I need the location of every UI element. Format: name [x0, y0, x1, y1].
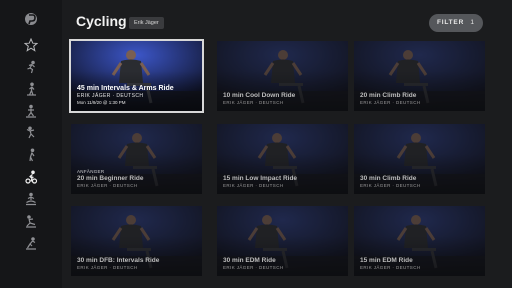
- instructor-filter-chip[interactable]: Erik Jäger: [129, 17, 164, 29]
- star-icon[interactable]: [22, 36, 40, 54]
- class-title: 10 min Cool Down Ride: [223, 92, 296, 99]
- class-instructor: ERIK JÄGER · DEUTSCH: [77, 265, 138, 270]
- class-card[interactable]: ANFÄNGER 20 min Beginner Ride ERIK JÄGER ·…: [71, 124, 202, 194]
- difficulty-badge: ANFÄNGER: [77, 169, 105, 174]
- filter-label: FILTER: [437, 19, 465, 26]
- class-instructor: ERIK JÄGER · DEUTSCH: [77, 183, 138, 188]
- card-text: ANFÄNGER 20 min Beginner Ride ERIK JÄGER ·…: [77, 169, 198, 188]
- page-title: Cycling: [76, 13, 127, 29]
- class-title: 20 min Climb Ride: [360, 92, 417, 99]
- cardio-icon[interactable]: [22, 234, 40, 252]
- strength-icon[interactable]: [22, 146, 40, 164]
- bootcamp-icon[interactable]: [22, 102, 40, 120]
- class-card[interactable]: 15 min EDM Ride ERIK JÄGER · DEUTSCH: [354, 206, 485, 276]
- class-instructor: ERIK JÄGER · DEUTSCH: [77, 93, 144, 99]
- yoga-icon[interactable]: [22, 124, 40, 142]
- card-text: 30 min Climb Ride ERIK JÄGER · DEUTSCH: [360, 175, 481, 188]
- meditation-icon[interactable]: [22, 190, 40, 208]
- class-card[interactable]: 30 min Climb Ride ERIK JÄGER · DEUTSCH: [354, 124, 485, 194]
- sidebar-nav: [0, 0, 62, 288]
- class-instructor: ERIK JÄGER · DEUTSCH: [223, 183, 284, 188]
- class-date: Mon 11/9/20 @ 1:30 PM: [77, 100, 126, 105]
- class-card[interactable]: 30 min DFB: Intervals Ride ERIK JÄGER · D…: [71, 206, 202, 276]
- walking-icon[interactable]: [22, 80, 40, 98]
- class-card[interactable]: 20 min Climb Ride ERIK JÄGER · DEUTSCH: [354, 41, 485, 111]
- card-text: 15 min Low Impact Ride ERIK JÄGER · DEUTS…: [223, 175, 344, 188]
- filter-count: 1: [470, 19, 474, 26]
- card-text: 10 min Cool Down Ride ERIK JÄGER · DEUTSC…: [223, 92, 344, 105]
- class-title: 45 min Intervals & Arms Ride: [77, 85, 174, 92]
- class-title: 15 min EDM Ride: [360, 257, 413, 264]
- peloton-logo-icon[interactable]: [22, 10, 40, 28]
- class-instructor: ERIK JÄGER · DEUTSCH: [360, 183, 421, 188]
- class-instructor: ERIK JÄGER · DEUTSCH: [223, 265, 284, 270]
- class-card[interactable]: 15 min Low Impact Ride ERIK JÄGER · DEUTS…: [217, 124, 348, 194]
- class-title: 30 min DFB: Intervals Ride: [77, 257, 160, 264]
- card-text: 20 min Climb Ride ERIK JÄGER · DEUTSCH: [360, 92, 481, 105]
- class-instructor: ERIK JÄGER · DEUTSCH: [223, 100, 284, 105]
- cycling-icon[interactable]: [22, 168, 40, 186]
- class-title: 20 min Beginner Ride: [77, 175, 144, 182]
- class-title: 15 min Low Impact Ride: [223, 175, 298, 182]
- class-card[interactable]: 10 min Cool Down Ride ERIK JÄGER · DEUTSC…: [217, 41, 348, 111]
- class-instructor: ERIK JÄGER · DEUTSCH: [360, 100, 421, 105]
- card-text: 45 min Intervals & Arms Ride ERIK JÄGER ·…: [77, 85, 198, 105]
- card-text: 30 min DFB: Intervals Ride ERIK JÄGER · D…: [77, 257, 198, 270]
- stretching-icon[interactable]: [22, 212, 40, 230]
- filter-button[interactable]: FILTER 1: [429, 14, 483, 32]
- card-text: 15 min EDM Ride ERIK JÄGER · DEUTSCH: [360, 257, 481, 270]
- class-card[interactable]: 45 min Intervals & Arms Ride ERIK JÄGER ·…: [69, 39, 204, 113]
- class-title: 30 min Climb Ride: [360, 175, 417, 182]
- class-card[interactable]: 30 min EDM Ride ERIK JÄGER · DEUTSCH: [217, 206, 348, 276]
- class-instructor: ERIK JÄGER · DEUTSCH: [360, 265, 421, 270]
- class-title: 30 min EDM Ride: [223, 257, 276, 264]
- running-icon[interactable]: [22, 58, 40, 76]
- card-text: 30 min EDM Ride ERIK JÄGER · DEUTSCH: [223, 257, 344, 270]
